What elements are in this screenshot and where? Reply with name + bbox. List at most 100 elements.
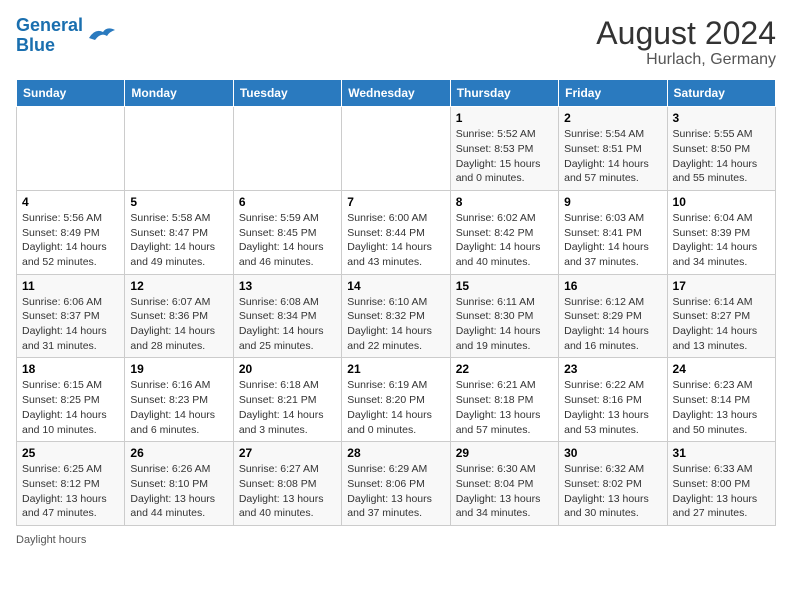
day-info: Sunrise: 6:22 AMSunset: 8:16 PMDaylight:…	[564, 378, 661, 437]
day-number: 18	[22, 362, 119, 376]
header-day-wednesday: Wednesday	[342, 80, 450, 107]
day-cell: 28 Sunrise: 6:29 AMSunset: 8:06 PMDayligh…	[342, 442, 450, 526]
day-info: Sunrise: 6:26 AMSunset: 8:10 PMDaylight:…	[130, 462, 227, 521]
day-number: 24	[673, 362, 770, 376]
day-number: 9	[564, 195, 661, 209]
day-number: 11	[22, 279, 119, 293]
day-info: Sunrise: 6:33 AMSunset: 8:00 PMDaylight:…	[673, 462, 770, 521]
page-header: General Blue August 2024 Hurlach, German…	[16, 16, 776, 69]
day-cell: 18 Sunrise: 6:15 AMSunset: 8:25 PMDayligh…	[17, 358, 125, 442]
day-info: Sunrise: 6:04 AMSunset: 8:39 PMDaylight:…	[673, 211, 770, 270]
day-cell: 9Sunrise: 6:03 AMSunset: 8:41 PMDaylight…	[559, 190, 667, 274]
day-info: Sunrise: 6:15 AMSunset: 8:25 PMDaylight:…	[22, 378, 119, 437]
day-cell: 24 Sunrise: 6:23 AMSunset: 8:14 PMDayligh…	[667, 358, 775, 442]
day-number: 21	[347, 362, 444, 376]
day-cell: 17 Sunrise: 6:14 AMSunset: 8:27 PMDayligh…	[667, 274, 775, 358]
day-number: 30	[564, 446, 661, 460]
day-number: 14	[347, 279, 444, 293]
day-info: Sunrise: 6:29 AMSunset: 8:06 PMDaylight:…	[347, 462, 444, 521]
calendar-table: SundayMondayTuesdayWednesdayThursdayFrid…	[16, 79, 776, 526]
day-number: 5	[130, 195, 227, 209]
day-number: 25	[22, 446, 119, 460]
page-subtitle: Hurlach, Germany	[596, 51, 776, 69]
day-number: 19	[130, 362, 227, 376]
day-number: 13	[239, 279, 336, 293]
day-info: Sunrise: 6:07 AMSunset: 8:36 PMDaylight:…	[130, 295, 227, 354]
day-info: Sunrise: 6:02 AMSunset: 8:42 PMDaylight:…	[456, 211, 553, 270]
day-number: 31	[673, 446, 770, 460]
day-number: 7	[347, 195, 444, 209]
day-info: Sunrise: 5:59 AMSunset: 8:45 PMDaylight:…	[239, 211, 336, 270]
day-cell: 22 Sunrise: 6:21 AMSunset: 8:18 PMDayligh…	[450, 358, 558, 442]
day-cell: 13 Sunrise: 6:08 AMSunset: 8:34 PMDayligh…	[233, 274, 341, 358]
header-row: SundayMondayTuesdayWednesdayThursdayFrid…	[17, 80, 776, 107]
day-number: 22	[456, 362, 553, 376]
day-info: Sunrise: 6:25 AMSunset: 8:12 PMDaylight:…	[22, 462, 119, 521]
day-number: 1	[456, 111, 553, 125]
day-info: Sunrise: 6:10 AMSunset: 8:32 PMDaylight:…	[347, 295, 444, 354]
logo: General Blue	[16, 16, 117, 56]
day-number: 17	[673, 279, 770, 293]
day-info: Sunrise: 6:30 AMSunset: 8:04 PMDaylight:…	[456, 462, 553, 521]
day-info: Sunrise: 6:14 AMSunset: 8:27 PMDaylight:…	[673, 295, 770, 354]
week-row-2: 11Sunrise: 6:06 AMSunset: 8:37 PMDayligh…	[17, 274, 776, 358]
day-info: Sunrise: 5:54 AMSunset: 8:51 PMDaylight:…	[564, 127, 661, 186]
day-cell: 31 Sunrise: 6:33 AMSunset: 8:00 PMDayligh…	[667, 442, 775, 526]
header-day-sunday: Sunday	[17, 80, 125, 107]
day-cell	[233, 107, 341, 191]
day-number: 28	[347, 446, 444, 460]
day-info: Sunrise: 5:52 AMSunset: 8:53 PMDaylight:…	[456, 127, 553, 186]
day-cell: 3Sunrise: 5:55 AMSunset: 8:50 PMDaylight…	[667, 107, 775, 191]
day-number: 15	[456, 279, 553, 293]
day-cell: 10Sunrise: 6:04 AMSunset: 8:39 PMDayligh…	[667, 190, 775, 274]
day-cell: 8 Sunrise: 6:02 AMSunset: 8:42 PMDaylight…	[450, 190, 558, 274]
day-cell	[125, 107, 233, 191]
day-cell: 23 Sunrise: 6:22 AMSunset: 8:16 PMDayligh…	[559, 358, 667, 442]
header-day-thursday: Thursday	[450, 80, 558, 107]
day-cell: 20 Sunrise: 6:18 AMSunset: 8:21 PMDayligh…	[233, 358, 341, 442]
day-info: Sunrise: 6:18 AMSunset: 8:21 PMDaylight:…	[239, 378, 336, 437]
header-day-saturday: Saturday	[667, 80, 775, 107]
day-cell: 7Sunrise: 6:00 AMSunset: 8:44 PMDaylight…	[342, 190, 450, 274]
day-number: 8	[456, 195, 553, 209]
day-number: 20	[239, 362, 336, 376]
day-number: 23	[564, 362, 661, 376]
day-info: Sunrise: 6:27 AMSunset: 8:08 PMDaylight:…	[239, 462, 336, 521]
day-info: Sunrise: 6:21 AMSunset: 8:18 PMDaylight:…	[456, 378, 553, 437]
day-cell: 27Sunrise: 6:27 AMSunset: 8:08 PMDayligh…	[233, 442, 341, 526]
day-number: 4	[22, 195, 119, 209]
day-number: 6	[239, 195, 336, 209]
day-cell: 1 Sunrise: 5:52 AMSunset: 8:53 PMDaylight…	[450, 107, 558, 191]
day-number: 12	[130, 279, 227, 293]
day-number: 2	[564, 111, 661, 125]
day-cell: 29 Sunrise: 6:30 AMSunset: 8:04 PMDayligh…	[450, 442, 558, 526]
day-cell: 12 Sunrise: 6:07 AMSunset: 8:36 PMDayligh…	[125, 274, 233, 358]
day-info: Sunrise: 6:11 AMSunset: 8:30 PMDaylight:…	[456, 295, 553, 354]
day-cell: 26Sunrise: 6:26 AMSunset: 8:10 PMDayligh…	[125, 442, 233, 526]
day-cell: 19 Sunrise: 6:16 AMSunset: 8:23 PMDayligh…	[125, 358, 233, 442]
logo-text: General Blue	[16, 16, 83, 56]
day-info: Sunrise: 6:12 AMSunset: 8:29 PMDaylight:…	[564, 295, 661, 354]
day-info: Sunrise: 5:56 AMSunset: 8:49 PMDaylight:…	[22, 211, 119, 270]
week-row-3: 18 Sunrise: 6:15 AMSunset: 8:25 PMDayligh…	[17, 358, 776, 442]
day-info: Sunrise: 6:16 AMSunset: 8:23 PMDaylight:…	[130, 378, 227, 437]
week-row-4: 25 Sunrise: 6:25 AMSunset: 8:12 PMDayligh…	[17, 442, 776, 526]
day-cell: 4 Sunrise: 5:56 AMSunset: 8:49 PMDaylight…	[17, 190, 125, 274]
day-cell	[17, 107, 125, 191]
title-block: August 2024 Hurlach, Germany	[596, 16, 776, 69]
logo-blue: Blue	[16, 35, 55, 55]
day-cell	[342, 107, 450, 191]
day-cell: 6 Sunrise: 5:59 AMSunset: 8:45 PMDaylight…	[233, 190, 341, 274]
day-cell: 15 Sunrise: 6:11 AMSunset: 8:30 PMDayligh…	[450, 274, 558, 358]
header-day-friday: Friday	[559, 80, 667, 107]
day-number: 16	[564, 279, 661, 293]
day-cell: 21Sunrise: 6:19 AMSunset: 8:20 PMDayligh…	[342, 358, 450, 442]
calendar-header: SundayMondayTuesdayWednesdayThursdayFrid…	[17, 80, 776, 107]
daylight-label: Daylight hours	[16, 534, 86, 546]
day-info: Sunrise: 6:08 AMSunset: 8:34 PMDaylight:…	[239, 295, 336, 354]
header-day-tuesday: Tuesday	[233, 80, 341, 107]
day-number: 29	[456, 446, 553, 460]
day-info: Sunrise: 6:23 AMSunset: 8:14 PMDaylight:…	[673, 378, 770, 437]
day-info: Sunrise: 5:58 AMSunset: 8:47 PMDaylight:…	[130, 211, 227, 270]
day-info: Sunrise: 5:55 AMSunset: 8:50 PMDaylight:…	[673, 127, 770, 186]
